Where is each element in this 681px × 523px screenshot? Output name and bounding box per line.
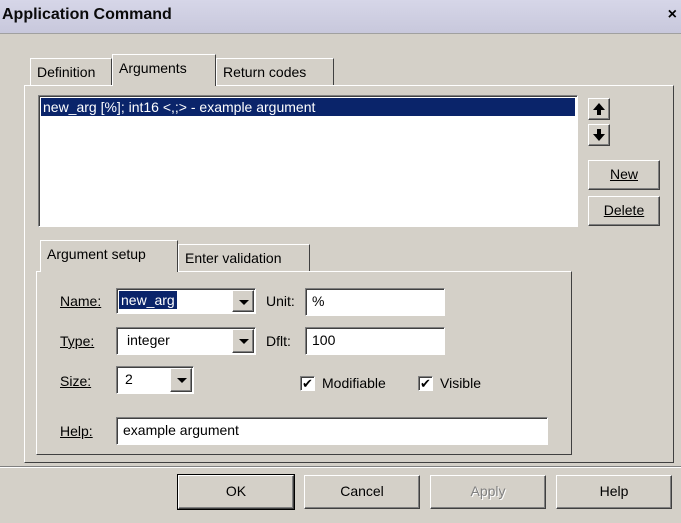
dflt-label: Dflt:	[266, 333, 291, 349]
new-button[interactable]: New	[588, 160, 660, 190]
separator-highlight	[0, 467, 681, 468]
chevron-down-icon[interactable]	[232, 290, 254, 312]
title-bar: Application Command ×	[0, 0, 681, 34]
arguments-list[interactable]: new_arg [%]; int16 <,;> - example argume…	[38, 95, 578, 227]
tab-enter-validation[interactable]: Enter validation	[178, 244, 310, 272]
chevron-down-icon[interactable]	[232, 329, 254, 353]
window-title: Application Command	[2, 6, 172, 23]
help-button[interactable]: Help	[556, 475, 672, 509]
unit-label: Unit:	[266, 293, 295, 309]
list-item[interactable]: new_arg [%]; int16 <,;> - example argume…	[41, 98, 575, 116]
dflt-field[interactable]: 100	[305, 327, 445, 355]
arrow-down-icon	[593, 129, 605, 141]
help-field[interactable]: example argument	[116, 417, 548, 445]
visible-checkbox[interactable]: ✔	[418, 376, 433, 391]
tab-definition[interactable]: Definition	[30, 58, 112, 86]
size-label: Size:	[60, 373, 92, 389]
move-down-button[interactable]	[588, 124, 610, 146]
tab-enter-validation-label: Enter validation	[185, 250, 282, 266]
name-value: new_arg	[119, 291, 177, 309]
type-dropdown[interactable]: integer	[116, 327, 256, 355]
unit-field[interactable]: %	[305, 288, 445, 316]
size-dropdown[interactable]: 2	[116, 366, 194, 394]
tab-argument-setup-label: Argument setup	[47, 246, 146, 262]
arrow-up-icon	[593, 103, 605, 115]
delete-button[interactable]: Delete	[588, 196, 660, 226]
tab-return-codes-label: Return codes	[223, 64, 307, 80]
name-dropdown[interactable]: new_arg	[116, 288, 256, 314]
type-label: Type:	[60, 333, 95, 349]
tab-arguments-label: Arguments	[119, 60, 187, 76]
help-label: Help:	[60, 423, 93, 439]
modifiable-label: Modifiable	[322, 375, 386, 391]
size-value: 2	[125, 371, 133, 387]
close-icon[interactable]: ×	[668, 6, 677, 24]
type-value: integer	[127, 332, 170, 348]
ok-button[interactable]: OK	[177, 474, 295, 510]
tab-argument-setup[interactable]: Argument setup	[40, 240, 178, 272]
tab-definition-label: Definition	[37, 64, 96, 80]
apply-button[interactable]: Apply	[430, 475, 546, 509]
chevron-down-icon[interactable]	[170, 368, 192, 392]
cancel-button[interactable]: Cancel	[304, 475, 420, 509]
modifiable-checkbox[interactable]: ✔	[300, 376, 315, 391]
tab-arguments[interactable]: Arguments	[112, 54, 216, 86]
visible-label: Visible	[440, 375, 481, 391]
name-label: Name:	[60, 293, 102, 309]
move-up-button[interactable]	[588, 98, 610, 120]
tab-return-codes[interactable]: Return codes	[216, 58, 334, 86]
